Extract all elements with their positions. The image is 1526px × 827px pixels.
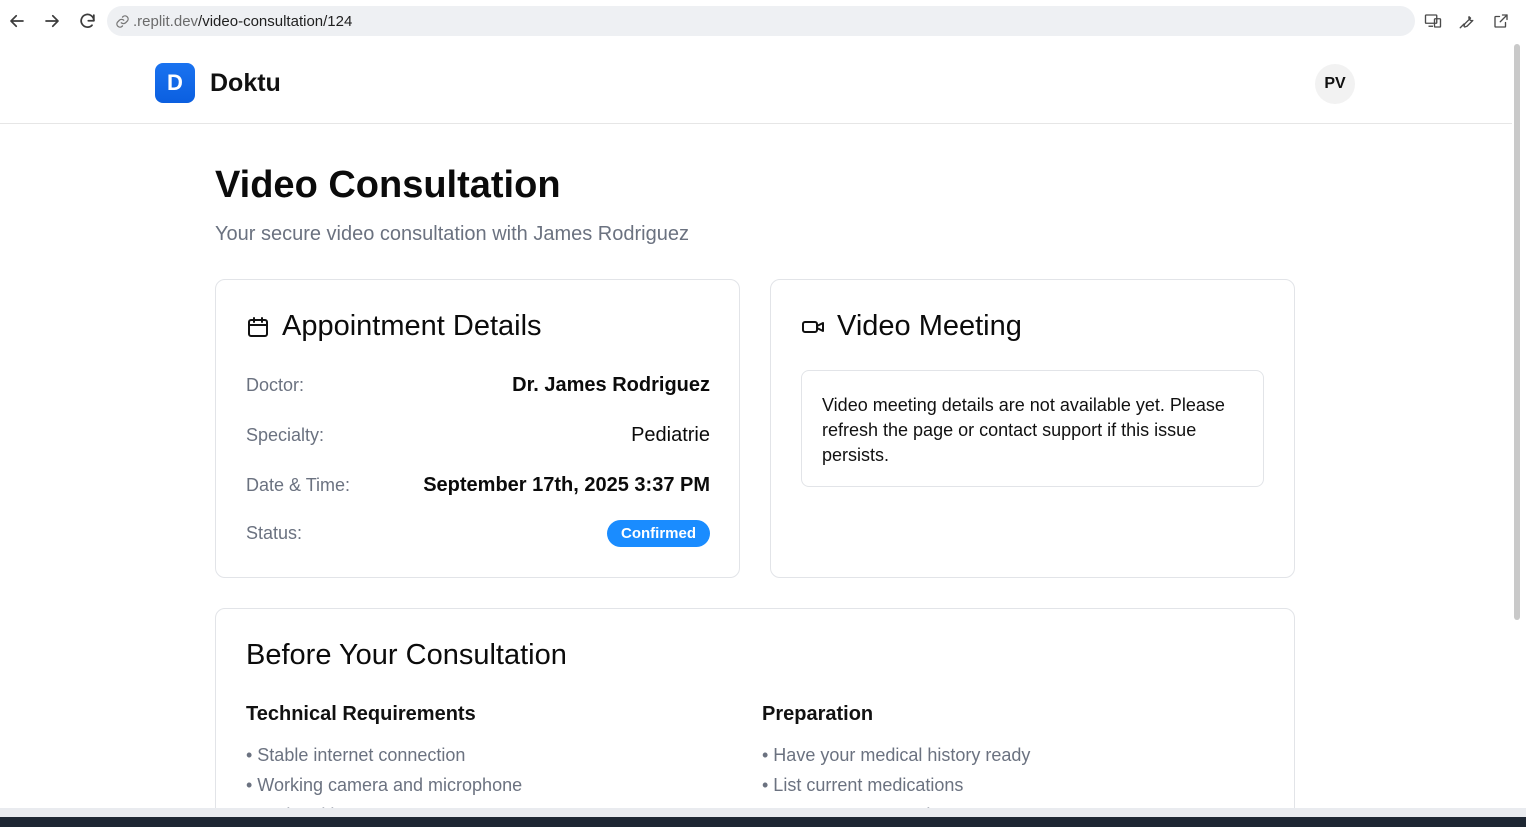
appointment-details-card: Appointment Details Doctor: Dr. James Ro…: [215, 279, 740, 578]
list-item: • Working camera and microphone: [246, 775, 523, 795]
page-viewport: D Doktu PV Video Consultation Your secur…: [0, 42, 1520, 808]
technical-heading: Technical Requirements: [246, 703, 476, 725]
taskbar: [0, 817, 1526, 827]
status-badge: Confirmed: [607, 520, 710, 547]
reload-button[interactable]: [70, 4, 104, 38]
preparation: Preparation • Have your medical history …: [762, 703, 1242, 808]
logo[interactable]: D: [155, 63, 195, 103]
list-item: • List current medications: [762, 775, 964, 795]
address-bar[interactable]: .replit.dev/video-consultation/124: [107, 6, 1415, 36]
page-subtitle: Your secure video consultation with Jame…: [215, 223, 689, 245]
doctor-row: Doctor: Dr. James Rodriguez: [246, 374, 710, 397]
open-external-button[interactable]: [1488, 8, 1514, 34]
video-camera-icon: [801, 314, 827, 340]
back-button[interactable]: [0, 4, 34, 38]
page-scrollbar[interactable]: [1514, 44, 1520, 620]
video-card-title: Video Meeting: [801, 310, 1022, 343]
datetime-value: September 17th, 2025 3:37 PM: [423, 474, 710, 496]
browser-toolbar: .replit.dev/video-consultation/124: [0, 0, 1526, 42]
list-item: • Stable internet connection: [246, 745, 466, 765]
calendar-icon: [246, 314, 272, 340]
url-host: .replit.dev: [133, 12, 199, 30]
specialty-row: Specialty: Pediatrie: [246, 424, 710, 447]
appointment-title-text: Appointment Details: [282, 310, 542, 342]
doctor-value: Dr. James Rodriguez: [512, 374, 710, 396]
technical-requirements: Technical Requirements • Stable internet…: [246, 703, 726, 808]
wrench-icon: [1459, 16, 1474, 29]
app-header: D Doktu PV: [0, 42, 1512, 124]
list-item: • Have your medical history ready: [762, 745, 1031, 765]
back-icon: [10, 14, 24, 28]
status-row: Status: Confirmed: [246, 520, 710, 547]
datetime-label: Date & Time:: [246, 475, 351, 495]
specialty-value: Pediatrie: [631, 424, 710, 446]
status-label: Status:: [246, 523, 303, 543]
page-title: Video Consultation: [215, 164, 561, 206]
video-title-text: Video Meeting: [837, 310, 1022, 342]
before-consultation-card: Before Your Consultation Technical Requi…: [215, 608, 1295, 808]
specialty-label: Specialty:: [246, 425, 325, 445]
doctor-label: Doctor:: [246, 375, 305, 395]
appointment-card-title: Appointment Details: [246, 310, 542, 343]
before-title: Before Your Consultation: [246, 639, 567, 671]
link-icon: [115, 13, 131, 29]
tools-button[interactable]: [1454, 8, 1480, 34]
brand-name[interactable]: Doktu: [210, 69, 281, 98]
url-path: /video-consultation/124: [198, 12, 353, 30]
video-notice: Video meeting details are not available …: [801, 370, 1264, 487]
forward-icon: [45, 14, 59, 28]
preparation-heading: Preparation: [762, 703, 874, 725]
reload-icon: [79, 13, 95, 28]
avatar[interactable]: PV: [1315, 64, 1355, 104]
devices-button[interactable]: [1420, 8, 1446, 34]
video-meeting-card: Video Meeting Video meeting details are …: [770, 279, 1295, 578]
devices-icon: [1424, 14, 1442, 28]
list-item: • Updated browser or Zoom app: [246, 800, 726, 808]
datetime-row: Date & Time: September 17th, 2025 3:37 P…: [246, 474, 710, 497]
external-link-icon: [1494, 14, 1508, 28]
forward-button[interactable]: [35, 4, 69, 38]
list-item: • Prepare your questions: [762, 800, 1242, 808]
